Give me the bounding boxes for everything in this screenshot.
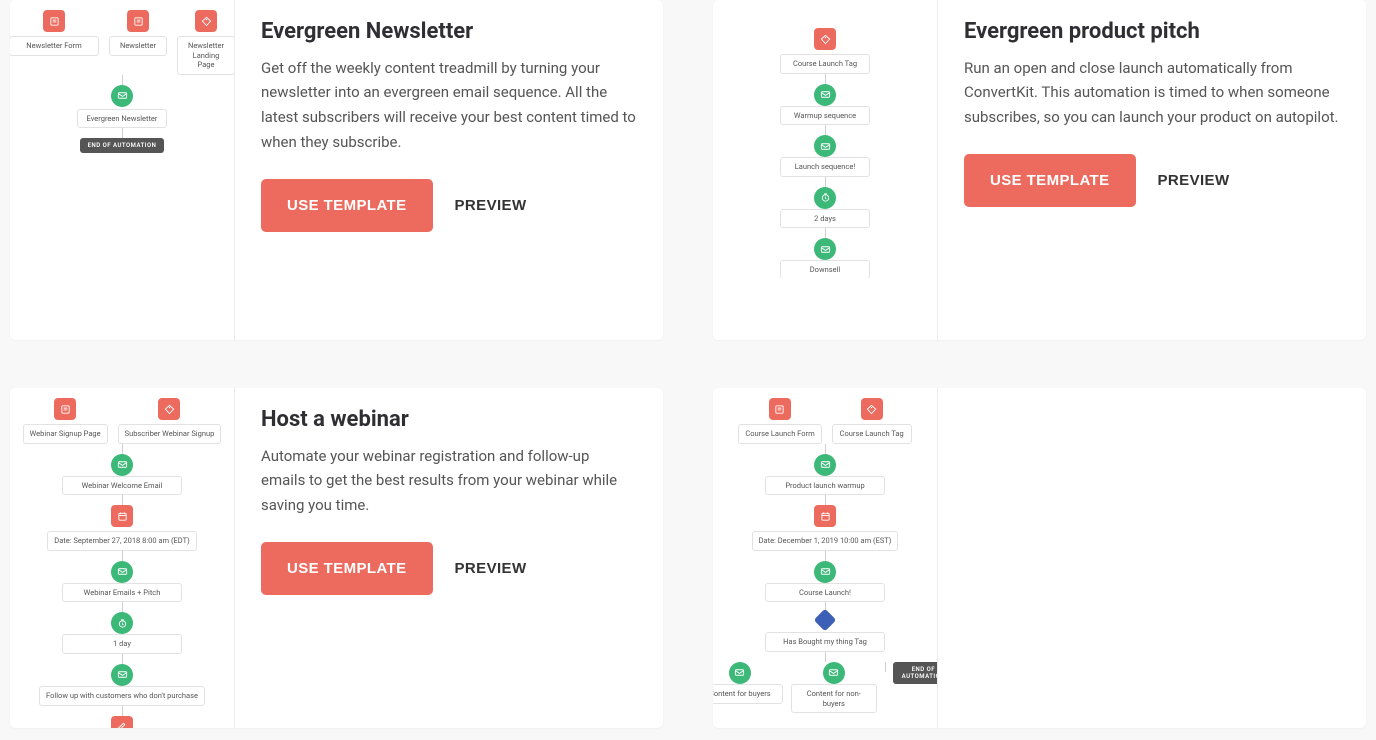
node-label: Course Launch Tag <box>840 429 904 438</box>
tag-icon <box>861 398 883 420</box>
form-icon <box>769 398 791 420</box>
tag-icon <box>814 28 836 50</box>
node-label: Downsell <box>810 265 840 274</box>
calendar-icon <box>111 505 133 527</box>
template-description: Run an open and close launch automatical… <box>964 56 1340 130</box>
clock-icon <box>814 187 836 209</box>
template-thumbnail: Course Launch Tag Warmup sequence Launch… <box>713 0 938 340</box>
clock-icon <box>111 612 133 634</box>
use-template-button[interactable]: USE TEMPLATE <box>964 154 1136 207</box>
template-thumbnail: Newsletter Form Newsletter Newsletter La… <box>10 0 235 340</box>
node-label: Webinar Welcome Email <box>82 481 163 490</box>
preview-button[interactable]: PREVIEW <box>455 197 527 214</box>
mail-icon <box>814 454 836 476</box>
tag-icon <box>158 398 180 420</box>
node-label: Content for buyers <box>713 689 771 698</box>
node-label: 2 days <box>814 214 836 223</box>
template-description: Automate your webinar registration and f… <box>261 444 637 518</box>
node-label: Date: September 27, 2018 8:00 am (EDT) <box>54 536 189 545</box>
preview-button[interactable]: PREVIEW <box>1158 172 1230 189</box>
form-icon <box>54 398 76 420</box>
node-label: Webinar Emails + Pitch <box>84 588 161 597</box>
node-label: Course Launch Tag <box>793 59 857 68</box>
node-label: Warmup sequence <box>794 111 856 120</box>
template-card-evergreen-newsletter: Newsletter Form Newsletter Newsletter La… <box>10 0 663 340</box>
node-label: Subscriber Webinar Signup <box>125 429 215 438</box>
mail-icon <box>814 84 836 106</box>
node-label: Newsletter Landing Page <box>188 41 224 69</box>
brush-icon <box>111 716 133 728</box>
node-label: Has Bought my thing Tag <box>783 637 867 646</box>
template-card-host-a-webinar: Webinar Signup Page Subscriber Webinar S… <box>10 388 663 728</box>
template-thumbnail: Course Launch Form Course Launch Tag Pro… <box>713 388 938 728</box>
tag-icon <box>195 10 217 32</box>
preview-button[interactable]: PREVIEW <box>455 560 527 577</box>
node-label: Product launch warmup <box>785 481 864 490</box>
mail-icon <box>814 561 836 583</box>
node-label: Evergreen Newsletter <box>87 114 158 123</box>
template-description: Get off the weekly content treadmill by … <box>261 56 637 155</box>
mail-icon <box>814 135 836 157</box>
node-label: Webinar Signup Page <box>30 429 101 438</box>
mail-icon <box>814 238 836 260</box>
template-card-product-launch: Course Launch Form Course Launch Tag Pro… <box>713 388 1366 728</box>
mail-icon <box>111 561 133 583</box>
use-template-button[interactable]: USE TEMPLATE <box>261 542 433 595</box>
mail-icon <box>111 85 133 107</box>
node-label: Content for non-buyers <box>807 689 861 708</box>
node-label: 1 day <box>113 639 131 648</box>
form-icon <box>127 10 149 32</box>
end-badge: END OF AUTOMATION <box>80 138 165 153</box>
condition-icon <box>814 609 837 632</box>
node-label: Course Launch Form <box>745 429 814 438</box>
mail-icon <box>729 662 751 684</box>
node-label: Newsletter Form <box>26 41 81 50</box>
template-card-evergreen-product-pitch: Course Launch Tag Warmup sequence Launch… <box>713 0 1366 340</box>
node-label: Launch sequence! <box>795 162 856 171</box>
calendar-icon <box>814 505 836 527</box>
template-title: Evergreen product pitch <box>964 18 1340 46</box>
mail-icon <box>111 664 133 686</box>
template-title: Host a webinar <box>261 406 637 434</box>
end-badge: END OF AUTOMATION <box>893 662 938 684</box>
mail-icon <box>823 662 845 684</box>
template-title: Evergreen Newsletter <box>261 18 637 46</box>
form-icon <box>43 10 65 32</box>
template-thumbnail: Webinar Signup Page Subscriber Webinar S… <box>10 388 235 728</box>
use-template-button[interactable]: USE TEMPLATE <box>261 179 433 232</box>
mail-icon <box>111 454 133 476</box>
node-label: Follow up with customers who don't purch… <box>46 691 198 700</box>
node-label: Newsletter <box>120 41 156 50</box>
node-label: Date: December 1, 2019 10:00 am (EST) <box>759 536 892 545</box>
node-label: Course Launch! <box>799 588 851 597</box>
